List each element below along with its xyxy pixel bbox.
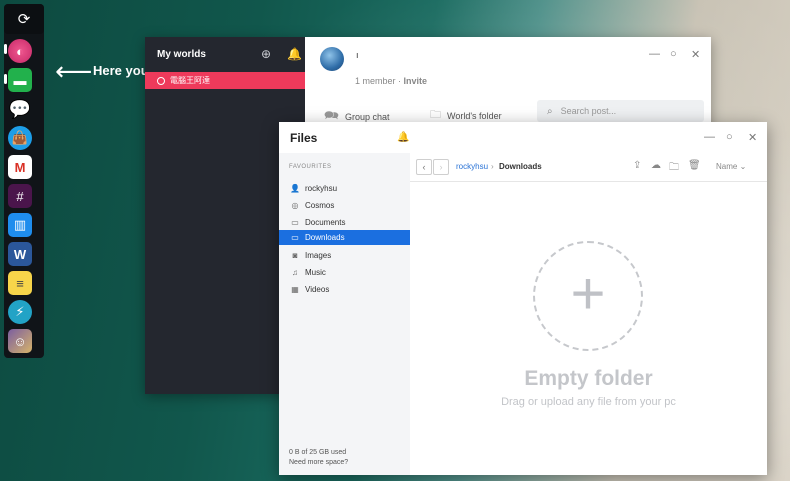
- chevron-down-icon: ⌄: [739, 162, 747, 171]
- film-icon: ▦: [291, 285, 299, 294]
- back-button[interactable]: ‹: [416, 159, 432, 175]
- upload-dropzone[interactable]: +: [533, 241, 643, 351]
- word-icon[interactable]: W: [8, 242, 32, 266]
- files-window: Files 🔔 — ○ ✕ FAVOURITES 👤 rockyhsu ◎ Cosm…: [279, 122, 767, 475]
- invite-link[interactable]: Invite: [404, 76, 428, 86]
- sidebar-item-label: Downloads: [305, 233, 345, 242]
- empty-folder-title: Empty folder: [524, 367, 653, 390]
- sidebar-item-label: rockyhsu: [305, 184, 338, 193]
- minimize-icon[interactable]: —: [649, 48, 660, 60]
- world-members: 1 member · Invite: [355, 76, 427, 86]
- notes-icon[interactable]: ≡: [8, 271, 32, 295]
- favourites-header: FAVOURITES: [289, 164, 332, 170]
- files-title: Files: [290, 131, 318, 145]
- breadcrumb-current: Downloads: [499, 162, 542, 171]
- members-count: 1 member: [355, 76, 396, 86]
- sidebar-item-label: Images: [305, 251, 332, 260]
- search-icon: ⌕: [547, 105, 553, 117]
- dock-active-indicator: [4, 44, 7, 54]
- intercom-icon[interactable]: ▥: [8, 213, 32, 237]
- folder-icon: ▭: [291, 218, 299, 227]
- sidebar-item-images[interactable]: ◙ Images: [279, 248, 410, 263]
- sort-dropdown[interactable]: Name ⌄: [716, 162, 746, 171]
- sidebar-item-label: Videos: [305, 285, 330, 294]
- sidebar-item-downloads[interactable]: ▭ Downloads: [279, 230, 410, 245]
- close-icon[interactable]: ✕: [748, 131, 757, 144]
- world-list-item[interactable]: 電腦王阿達: [145, 72, 305, 89]
- planet-icon[interactable]: ◐: [8, 39, 32, 63]
- minimize-icon[interactable]: —: [704, 131, 715, 143]
- more-space-link[interactable]: Need more space?: [289, 458, 348, 468]
- shopping-bag-icon[interactable]: 👜: [8, 126, 32, 150]
- music-icon: ♫: [292, 268, 298, 277]
- dock-sync-area[interactable]: ⟳: [4, 4, 44, 34]
- world-label: ı: [356, 50, 359, 60]
- desktop-hint: Here you: [93, 63, 149, 78]
- avatar-icon[interactable]: ☺: [8, 329, 32, 353]
- dock-active-indicator: [4, 74, 7, 84]
- folder-icon[interactable]: ▬: [8, 68, 32, 92]
- sort-label: Name: [716, 162, 738, 171]
- breadcrumb-separator: ›: [491, 162, 494, 171]
- bell-icon[interactable]: 🔔: [287, 47, 302, 61]
- upload-icon[interactable]: ⇪: [633, 160, 641, 171]
- sidebar-item-videos[interactable]: ▦ Videos: [279, 282, 410, 297]
- storage-used: 0 B of 25 GB used: [289, 449, 347, 456]
- post-search[interactable]: ⌕ Search post...: [537, 100, 704, 122]
- close-icon[interactable]: ✕: [691, 48, 700, 61]
- worlds-title: My worlds: [157, 49, 206, 60]
- camera-icon: ◙: [292, 251, 298, 260]
- tab-label: World's folder: [447, 110, 502, 121]
- world-name: 電腦王阿達: [170, 76, 210, 85]
- storage-info: 0 B of 25 GB used Need more space?: [289, 448, 348, 468]
- plus-icon: +: [570, 260, 606, 327]
- maximize-icon[interactable]: ○: [670, 48, 677, 60]
- back-arrow-icon: ⟵: [55, 56, 93, 86]
- breadcrumb-root[interactable]: rockyhsu: [456, 162, 488, 171]
- add-world-icon[interactable]: ⊕: [261, 47, 271, 61]
- tab-label: Group chat: [344, 111, 390, 122]
- cosmos-icon: ◎: [291, 201, 299, 210]
- trash-icon[interactable]: 🗑: [688, 160, 701, 171]
- sidebar-item-rockyhsu[interactable]: 👤 rockyhsu: [279, 181, 410, 196]
- gmail-icon[interactable]: M: [8, 155, 32, 179]
- sidebar-item-documents[interactable]: ▭ Documents: [279, 215, 410, 230]
- bell-icon[interactable]: 🔔: [397, 132, 409, 143]
- files-sidebar: FAVOURITES 👤 rockyhsu ◎ Cosmos ▭ Documents …: [279, 153, 410, 475]
- maximize-icon[interactable]: ○: [726, 131, 733, 143]
- user-icon: 👤: [290, 184, 300, 193]
- sidebar-item-label: Cosmos: [305, 201, 335, 210]
- sidebar-item-label: Documents: [305, 218, 346, 227]
- sync-icon[interactable]: ⟳: [12, 7, 36, 31]
- forward-button[interactable]: ›: [433, 159, 449, 175]
- bolt-icon[interactable]: ⚡: [8, 300, 32, 324]
- slack-icon[interactable]: #: [8, 184, 32, 208]
- sidebar-item-music[interactable]: ♫ Music: [279, 265, 410, 280]
- empty-folder-subtitle: Drag or upload any file from your pc: [501, 396, 676, 408]
- sidebar-item-label: Music: [305, 268, 326, 277]
- cloud-download-icon[interactable]: ☁: [651, 160, 661, 171]
- sidebar-item-cosmos[interactable]: ◎ Cosmos: [279, 198, 410, 213]
- world-status-icon: [157, 76, 165, 85]
- chat-icon[interactable]: 💬: [8, 97, 32, 121]
- members-separator: ·: [395, 76, 404, 86]
- search-input[interactable]: Search post...: [561, 106, 617, 116]
- files-toolbar: ‹ › rockyhsu › Downloads ⇪ ☁ 🗀 🗑 Name ⌄: [410, 153, 767, 182]
- new-folder-icon[interactable]: 🗀: [669, 160, 679, 177]
- world-avatar[interactable]: [320, 47, 344, 71]
- folder-icon: ▭: [291, 233, 299, 242]
